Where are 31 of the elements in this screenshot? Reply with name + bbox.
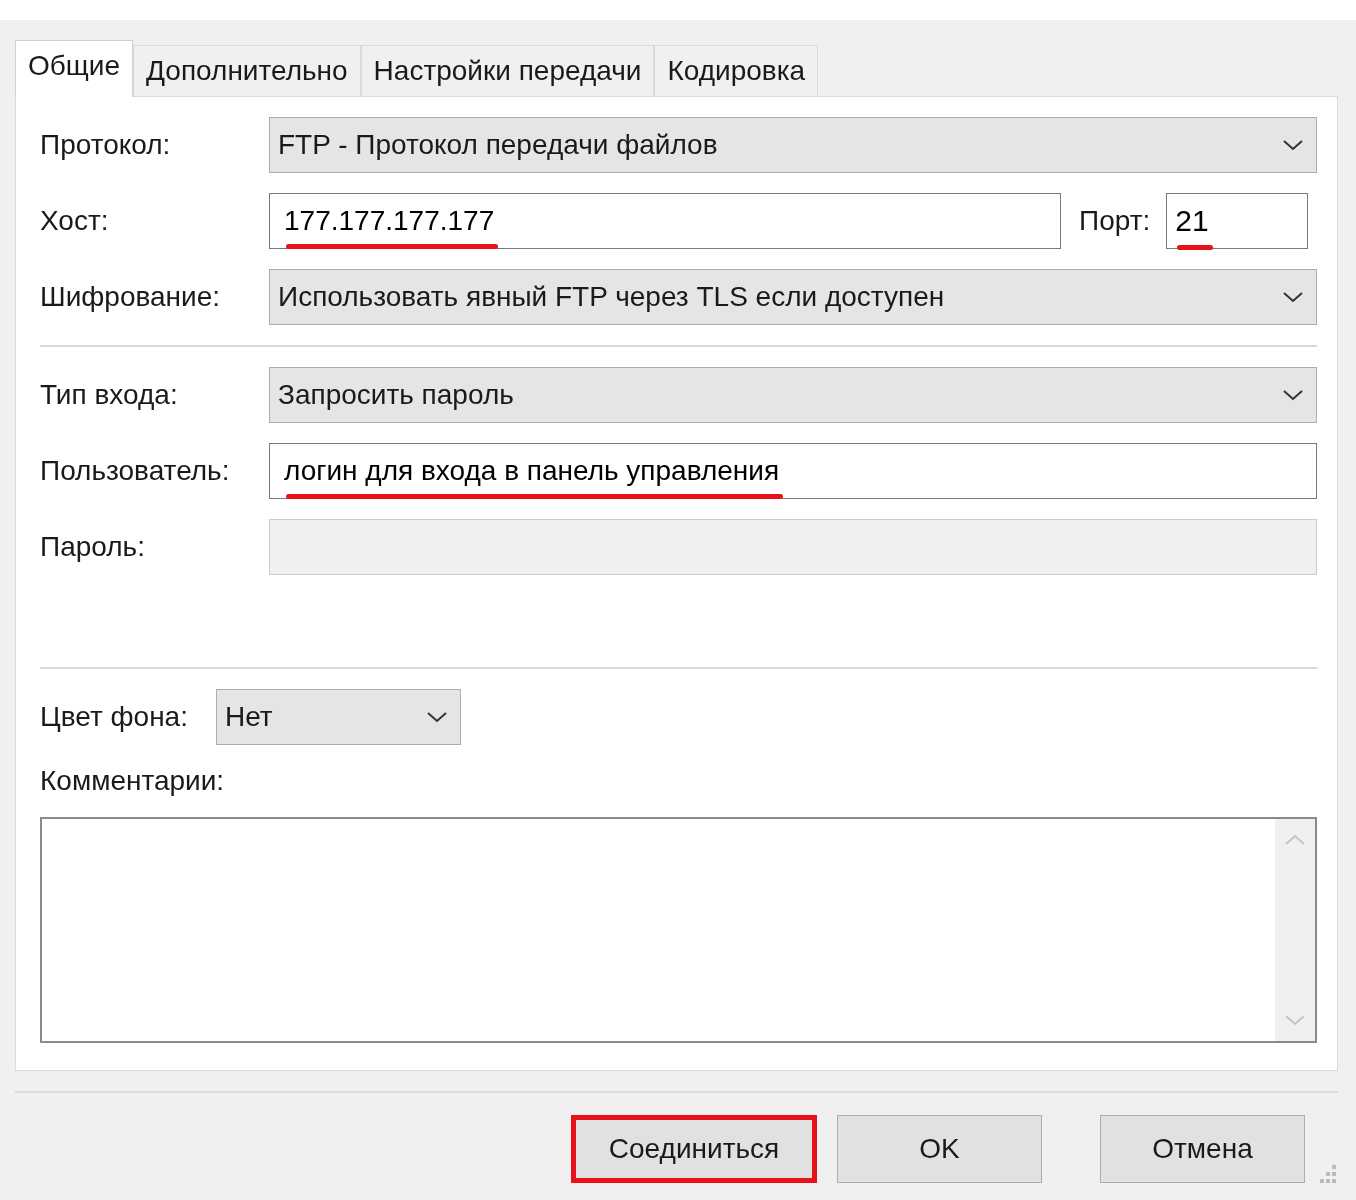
tab[interactable]: Настройки передачи (360, 45, 655, 96)
caret-icon (426, 710, 448, 724)
dropdown[interactable]: FTP - Протокол передачи файлов (269, 117, 1317, 173)
dropdown[interactable]: Запросить пароль (269, 367, 1317, 423)
scrollbar[interactable] (1275, 819, 1315, 1041)
scroll-up-icon[interactable] (1284, 833, 1306, 847)
tab[interactable]: Общие (15, 40, 134, 97)
field-label: Порт: (1079, 205, 1151, 237)
field-label: Хост: (40, 205, 110, 237)
field-label: Шифрование: (40, 281, 222, 313)
field-label: Комментарии: (40, 765, 226, 797)
caret-icon (1282, 290, 1304, 304)
input-field[interactable]: 21 (1166, 193, 1309, 249)
caret-icon (1282, 388, 1304, 402)
tab[interactable]: Кодировка (654, 45, 819, 96)
field-label: Цвет фона: (40, 701, 189, 733)
field-label: Пароль: (40, 531, 146, 563)
dialog-button[interactable]: Соединиться (571, 1115, 817, 1183)
scroll-down-icon[interactable] (1284, 1013, 1306, 1027)
dialog-button[interactable]: OK (837, 1115, 1042, 1183)
field-label: Протокол: (40, 129, 172, 161)
field-label: Пользователь: (40, 455, 231, 487)
dropdown[interactable]: Использовать явный FTP через TLS если доступен (269, 269, 1317, 325)
dropdown[interactable]: Нет (216, 689, 461, 745)
input-field[interactable]: логин для входа в панель управления (269, 443, 1317, 499)
caret-icon (1282, 138, 1304, 152)
comments-field[interactable] (40, 817, 1317, 1043)
input-field[interactable]: 177.177.177.177 (269, 193, 1061, 249)
dialog-button[interactable]: Отмена (1100, 1115, 1305, 1183)
tab[interactable]: Дополнительно (133, 45, 361, 96)
field-label: Тип входа: (40, 379, 179, 411)
